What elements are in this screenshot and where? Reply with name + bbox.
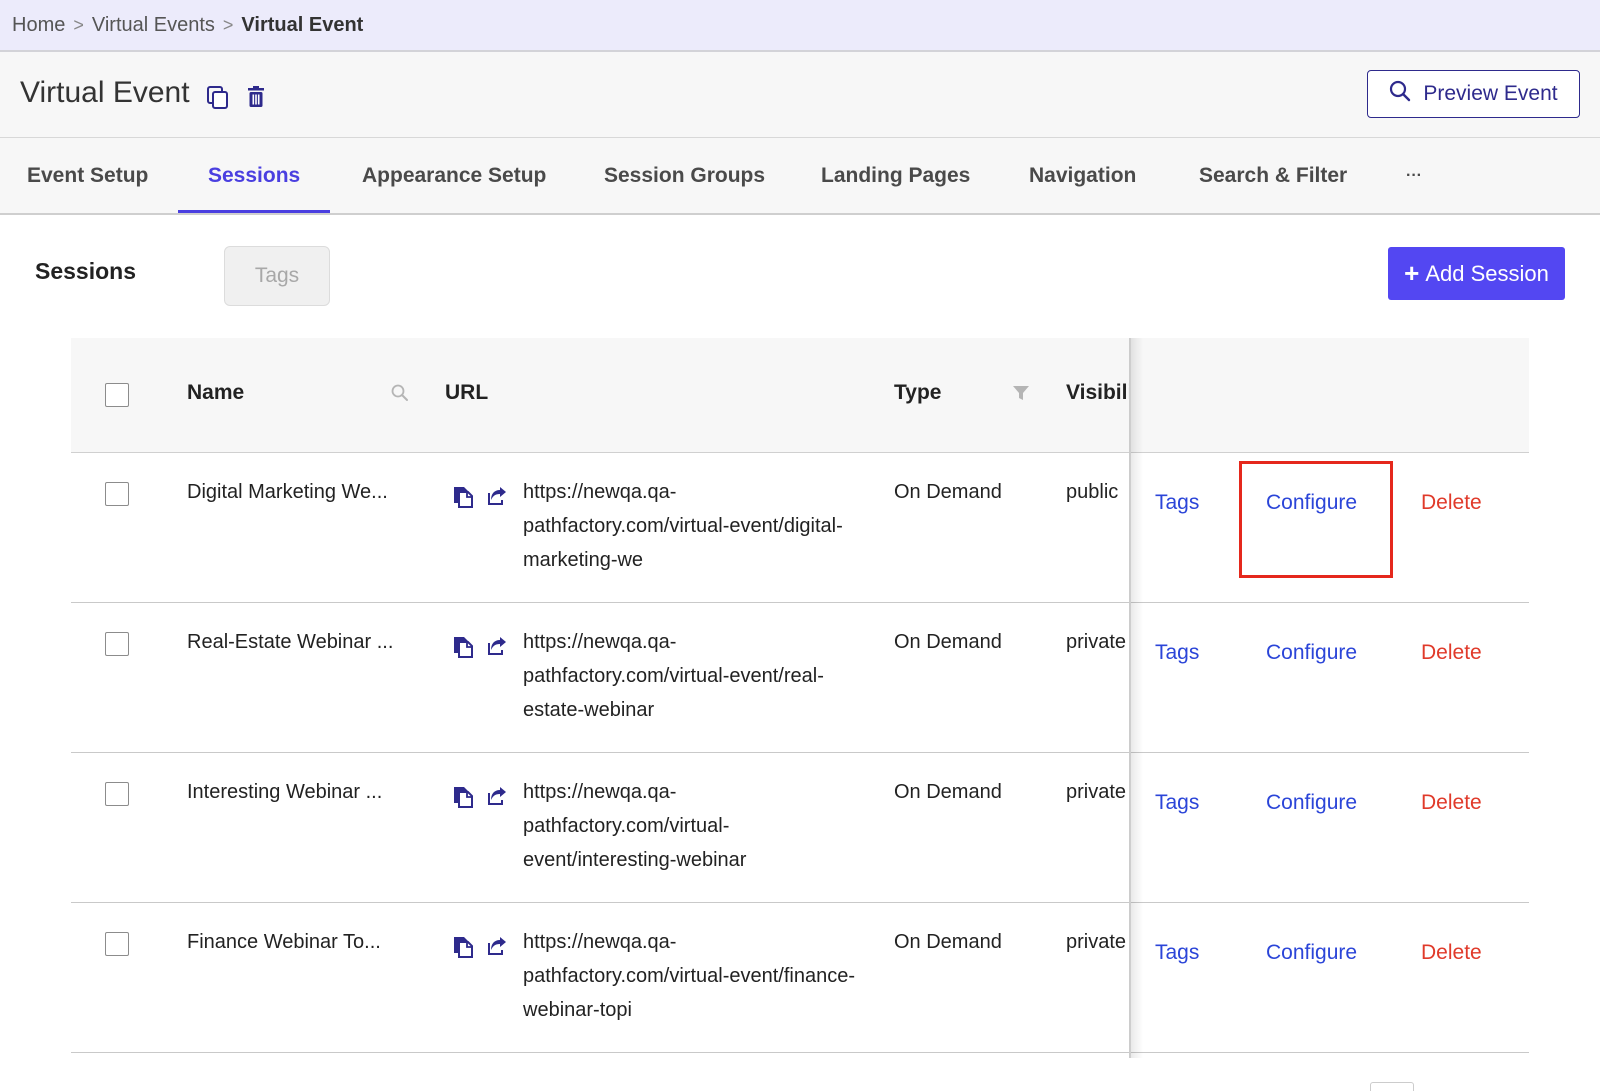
copy-url-icon[interactable] (452, 785, 474, 814)
session-visibility: private (1066, 931, 1127, 953)
tab-sessions[interactable]: Sessions (178, 138, 331, 213)
table-row: Real-Estate Webinar ... https://newqa.qa… (71, 603, 1529, 753)
open-link-icon[interactable] (486, 785, 508, 814)
add-session-button[interactable]: + Add Session (1388, 247, 1565, 300)
delete-link[interactable]: Delete (1421, 491, 1482, 515)
tab-event-setup[interactable]: Event Setup (0, 138, 178, 213)
column-header-visibility: Visibili (1066, 381, 1130, 404)
breadcrumb-current: Virtual Event (241, 13, 364, 36)
tab-search-filter[interactable]: Search & Filter (1169, 138, 1377, 213)
open-link-icon[interactable] (486, 935, 508, 964)
chevron-right-icon: > (222, 14, 234, 35)
column-header-url: URL (445, 381, 489, 404)
session-url: https://newqa.qa-pathfactory.com/virtual… (523, 781, 747, 871)
select-all-checkbox[interactable] (105, 383, 129, 407)
table-row: Digital Marketing We... https://newqa.qa… (71, 453, 1529, 603)
configure-link[interactable]: Configure (1266, 641, 1357, 665)
column-header-type: Type (894, 381, 942, 404)
delete-link[interactable]: Delete (1421, 641, 1482, 665)
tab-session-groups[interactable]: Session Groups (574, 138, 795, 213)
session-url: https://newqa.qa-pathfactory.com/virtual… (523, 931, 856, 1021)
session-name: Real-Estate Webinar ... (187, 631, 394, 653)
session-type: On Demand (894, 781, 1002, 803)
copy-url-icon[interactable] (452, 485, 474, 514)
session-type: On Demand (894, 931, 1002, 953)
row-checkbox[interactable] (105, 782, 129, 806)
row-checkbox[interactable] (105, 932, 129, 956)
row-checkbox[interactable] (105, 482, 129, 506)
configure-link[interactable]: Configure (1266, 791, 1357, 815)
session-visibility: private (1066, 631, 1127, 653)
tags-link[interactable]: Tags (1155, 941, 1199, 965)
breadcrumb-virtual-events[interactable]: Virtual Events (92, 14, 215, 37)
copy-icon[interactable] (207, 86, 229, 110)
plus-icon: + (1404, 258, 1420, 288)
breadcrumb: Home > Virtual Events > Virtual Event (0, 0, 1600, 52)
trash-icon[interactable] (247, 86, 269, 110)
delete-link[interactable]: Delete (1421, 941, 1482, 965)
configure-link[interactable]: Configure (1266, 941, 1357, 965)
tab-landing-pages[interactable]: Landing Pages (791, 138, 1000, 213)
chevron-right-icon: > (73, 14, 84, 35)
page-title: Virtual Event (20, 76, 190, 109)
search-icon[interactable] (391, 384, 409, 407)
add-session-label: Add Session (1425, 260, 1549, 286)
preview-event-label: Preview Event (1423, 82, 1558, 105)
preview-event-button[interactable]: Preview Event (1367, 70, 1580, 118)
session-name: Interesting Webinar ... (187, 781, 383, 803)
session-url: https://newqa.qa-pathfactory.com/virtual… (523, 481, 843, 571)
page-size-select[interactable] (1370, 1082, 1414, 1091)
sessions-table: Name URL Type Visibili Digital Marketing… (71, 338, 1529, 1058)
copy-url-icon[interactable] (452, 935, 474, 964)
session-visibility: public (1066, 481, 1119, 503)
tags-link[interactable]: Tags (1155, 641, 1199, 665)
session-url: https://newqa.qa-pathfactory.com/virtual… (523, 631, 824, 721)
session-name: Finance Webinar To... (187, 931, 381, 953)
delete-link[interactable]: Delete (1421, 791, 1482, 815)
table-row: Finance Webinar To... https://newqa.qa-p… (71, 903, 1529, 1053)
tab-appearance-setup[interactable]: Appearance Setup (332, 138, 576, 213)
session-type: On Demand (894, 631, 1002, 653)
table-row: Interesting Webinar ... https://newqa.qa… (71, 753, 1529, 903)
highlight-box (1239, 461, 1393, 578)
open-link-icon[interactable] (486, 635, 508, 664)
tags-link[interactable]: Tags (1155, 491, 1199, 515)
sticky-column-shadow (1129, 338, 1143, 1058)
table-header: Name URL Type Visibili (71, 338, 1529, 453)
copy-url-icon[interactable] (452, 635, 474, 664)
page-header: Virtual Event Preview Event (0, 52, 1600, 138)
row-checkbox[interactable] (105, 632, 129, 656)
session-visibility: private (1066, 781, 1127, 803)
search-icon (1389, 80, 1411, 108)
tags-filter-button[interactable]: Tags (224, 246, 330, 306)
tab-more[interactable]: ··· (1376, 138, 1452, 213)
session-name: Digital Marketing We... (187, 481, 388, 503)
session-type: On Demand (894, 481, 1002, 503)
section-title: Sessions (35, 258, 136, 284)
tab-navigation[interactable]: Navigation (999, 138, 1166, 213)
filter-icon[interactable] (1012, 384, 1030, 407)
tab-bar: Event Setup Sessions Appearance Setup Se… (0, 138, 1600, 215)
breadcrumb-home[interactable]: Home (12, 14, 65, 37)
column-header-name[interactable]: Name (187, 381, 244, 405)
tags-link[interactable]: Tags (1155, 791, 1199, 815)
open-link-icon[interactable] (486, 485, 508, 514)
